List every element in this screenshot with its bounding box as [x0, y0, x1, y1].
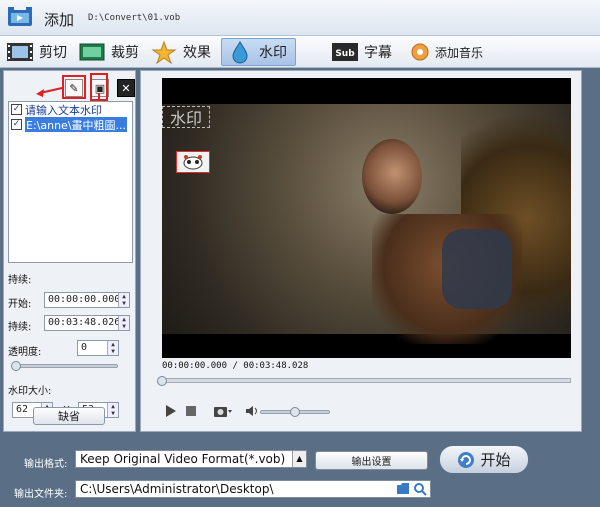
window-title: 添加 [44, 11, 75, 29]
play-controls [165, 404, 259, 418]
list-item[interactable]: ✓ 请输入文本水印 [9, 102, 132, 117]
seek-knob[interactable] [157, 376, 167, 386]
spin-arrows-icon[interactable]: ▲▼ [118, 293, 129, 307]
tab-watermark-label: 水印 [259, 45, 287, 61]
tab-subtitle-label: 字幕 [364, 45, 392, 61]
seek-bar[interactable] [159, 378, 571, 383]
toolbar: 剪切 裁剪 效果 水印 Sub 字幕 添加音乐 [0, 36, 600, 68]
panda-icon [183, 155, 203, 170]
file-path: D:\Convert\01.vob [88, 13, 181, 23]
close-icon: ✕ [121, 81, 131, 95]
film-icon [7, 43, 33, 61]
time-readout: 00:00:00.000 / 00:03:48.028 [162, 361, 309, 371]
output-folder-input[interactable]: C:\Users\Administrator\Desktop\ [75, 480, 431, 498]
stop-icon[interactable] [185, 405, 197, 417]
crop-icon [79, 43, 105, 61]
tab-cut-label: 剪切 [39, 45, 67, 61]
output-format-select[interactable]: Keep Original Video Format(*.vob) ▲ [75, 450, 307, 468]
spin-arrows-icon[interactable]: ▲▼ [118, 316, 129, 330]
opacity-value: 0 [81, 342, 88, 353]
start-time-input[interactable]: 00:00:00.000 ▲ ▼ [44, 292, 130, 308]
duration-time-value: 00:03:48.026 [48, 317, 121, 328]
tab-subtitle[interactable]: Sub 字幕 [331, 38, 392, 66]
preview-panel: 水印 00:00:00.000 / 00:03:48.028 [140, 70, 582, 432]
camera-icon[interactable] [213, 404, 233, 418]
svg-text:Sub: Sub [335, 49, 355, 59]
person-head [362, 139, 422, 214]
dropdown-arrow-icon[interactable]: ▲ [292, 451, 306, 467]
output-folder-value: C:\Users\Administrator\Desktop\ [80, 482, 274, 496]
video-frame [162, 104, 571, 344]
tab-add-music-label: 添加音乐 [435, 45, 484, 60]
duration-time-input[interactable]: 00:03:48.026 ▲ ▼ [44, 315, 130, 331]
list-item[interactable]: ✓ E:\anne\畫中粗圖... [9, 117, 132, 132]
refresh-icon [458, 451, 475, 468]
start-label: 开始: [8, 299, 32, 310]
output-folder-label: 输出文件夹: [14, 489, 68, 500]
tab-watermark[interactable]: 水印 [221, 38, 296, 66]
tab-crop-label: 裁剪 [111, 45, 139, 61]
default-button[interactable]: 缺省 [33, 407, 105, 425]
title-bar: 添加 D:\Convert\01.vob [0, 0, 600, 36]
tab-cut[interactable]: 剪切 [6, 38, 67, 66]
delete-watermark-button[interactable]: ✕ [117, 79, 135, 97]
watermark-list[interactable]: ✓ 请输入文本水印 ✓ E:\anne\畫中粗圖... [8, 101, 133, 263]
volume-knob[interactable] [290, 407, 300, 417]
width-value: 62 [16, 404, 29, 415]
size-label: 水印大小: [8, 386, 52, 397]
duration-label: 持续: [8, 322, 32, 333]
opacity-slider[interactable] [12, 364, 118, 368]
play-icon[interactable] [165, 405, 177, 417]
opacity-input[interactable]: 0 ▲ ▼ [77, 340, 119, 356]
checkbox[interactable]: ✓ [11, 119, 22, 130]
list-item-label: E:\anne\畫中粗圖... [25, 117, 128, 132]
output-settings-button[interactable]: 输出设置 [315, 451, 428, 470]
volume-icon[interactable] [245, 405, 259, 417]
output-format-value: Keep Original Video Format(*.vob) [80, 452, 286, 466]
music-icon [411, 43, 429, 61]
opacity-slider-knob[interactable] [11, 361, 21, 371]
effect-star-icon [151, 40, 177, 64]
opacity-label: 透明度: [8, 347, 42, 358]
subtitle-icon: Sub [332, 43, 358, 61]
watermark-drop-icon [232, 41, 248, 64]
watermark-list-panel: ✎ ▣ ✕ ✓ 请输入文本水印 ✓ E:\anne\畫中粗圖... 持续: 开始… [3, 70, 136, 432]
start-time-value: 00:00:00.000 [48, 294, 121, 305]
tab-effect[interactable]: 效果 [150, 38, 211, 66]
app-logo-icon [8, 7, 32, 26]
backpack [442, 229, 512, 309]
tab-effect-label: 效果 [183, 45, 211, 61]
search-icon[interactable] [413, 482, 427, 497]
start-button[interactable]: 开始 [439, 445, 529, 474]
tab-add-music[interactable]: 添加音乐 [410, 38, 483, 66]
tab-crop[interactable]: 裁剪 [78, 38, 139, 66]
start-button-label: 开始 [480, 451, 511, 469]
image-watermark-overlay[interactable] [176, 151, 210, 173]
checkbox[interactable]: ✓ [11, 104, 22, 115]
video-preview[interactable]: 水印 [162, 78, 571, 358]
output-format-label: 输出格式: [24, 459, 68, 470]
duration-heading: 持续: [8, 275, 32, 286]
list-item-label: 请输入文本水印 [25, 103, 102, 117]
spin-arrows-icon[interactable]: ▲▼ [107, 341, 118, 355]
text-watermark-overlay[interactable]: 水印 [162, 106, 210, 128]
spin-arrows-icon[interactable]: ▲▼ [107, 403, 118, 417]
folder-icon[interactable] [396, 482, 410, 497]
